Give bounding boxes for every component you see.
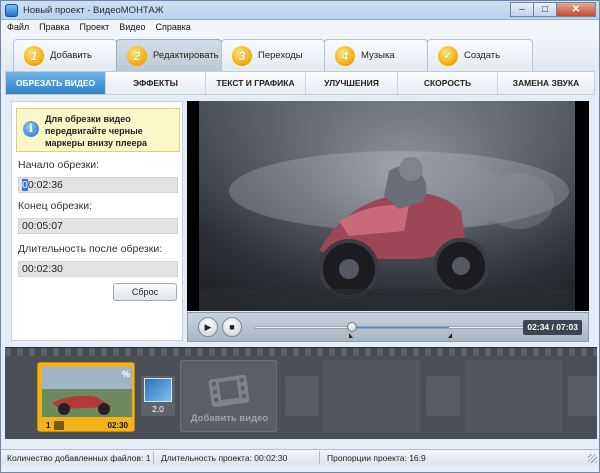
clip-info-bar: 1 02:30: [42, 419, 132, 431]
window-title: Новый проект - ВидеоМОНТАЖ: [23, 5, 164, 16]
step-4-icon: 4: [335, 45, 355, 66]
trim-end-label: Конец обрезки:: [18, 200, 93, 212]
info-text: Для обрезки видео передвигайте черные ма…: [45, 114, 148, 148]
trim-start-field[interactable]: 00:02:36: [18, 177, 178, 193]
clip-thumbnail: %: [42, 367, 132, 417]
empty-clip-slot: [465, 360, 562, 432]
trim-range-fill: [352, 327, 450, 328]
subtab-replace-audio[interactable]: ЗАМЕНА ЗВУКА: [498, 72, 594, 94]
duration-field: 00:02:30: [18, 261, 178, 277]
empty-transition-slot: [426, 376, 460, 416]
info-icon: i: [23, 121, 39, 137]
tab-label: Редактировать: [153, 50, 219, 61]
minimize-button[interactable]: –: [510, 2, 534, 17]
info-box: i Для обрезки видео передвигайте черные …: [16, 108, 180, 152]
status-divider: [153, 451, 154, 464]
checkmark-icon: ✓: [438, 45, 458, 66]
menu-edit[interactable]: Правка: [39, 20, 69, 35]
app-icon: [5, 4, 18, 17]
clip-effect-icon[interactable]: %: [122, 369, 130, 379]
timeline: % 1 02:30 2.0 Добавить видео: [5, 347, 597, 439]
play-button[interactable]: ▶: [198, 317, 218, 337]
title-bar: Новый проект - ВидеоМОНТАЖ – □ ✕: [1, 1, 599, 20]
video-frame: [199, 101, 575, 311]
add-video-slot[interactable]: Добавить видео: [180, 360, 277, 432]
menu-help[interactable]: Справка: [156, 20, 191, 35]
tab-transitions[interactable]: 3 Переходы: [221, 39, 325, 71]
tab-music[interactable]: 4 Музыка: [324, 39, 428, 71]
transition-icon: [144, 378, 172, 402]
status-proportions: Пропорции проекта: 16:9: [327, 453, 426, 463]
status-bar: Количество добавленных файлов: 1 Длитель…: [1, 449, 599, 465]
seek-bar[interactable]: [254, 322, 524, 338]
maximize-button[interactable]: □: [533, 2, 557, 17]
close-button[interactable]: ✕: [556, 2, 596, 17]
tab-label: Создать: [464, 50, 501, 61]
clip-thumbnail-image: [42, 367, 132, 417]
menu-bar: Файл Правка Проект Видео Справка: [1, 20, 599, 35]
window-controls: – □ ✕: [510, 2, 596, 18]
tab-edit[interactable]: 2 Редактировать: [116, 39, 222, 71]
transition-item[interactable]: 2.0: [141, 376, 175, 416]
tab-label: Переходы: [258, 50, 303, 61]
subtab-speed[interactable]: СКОРОСТЬ: [398, 72, 498, 94]
trim-panel: i Для обрезки видео передвигайте черные …: [11, 101, 183, 341]
clip-index: 1: [46, 420, 51, 430]
trim-end-marker[interactable]: [448, 333, 453, 338]
app-window: Новый проект - ВидеоМОНТАЖ – □ ✕ Файл Пр…: [0, 0, 600, 473]
trim-start-marker[interactable]: [349, 333, 354, 338]
step-2-icon: 2: [127, 45, 147, 66]
resize-grip[interactable]: [588, 454, 597, 463]
timeline-clip[interactable]: % 1 02:30: [37, 362, 135, 432]
player-controls: ▶ ■ 02:34 / 07:03: [187, 312, 589, 342]
playhead-knob[interactable]: [347, 322, 358, 332]
menu-video[interactable]: Видео: [119, 20, 145, 35]
tab-add[interactable]: 1 Добавить: [13, 39, 117, 71]
empty-transition-slot: [568, 376, 597, 416]
trim-start-label: Начало обрезки:: [18, 159, 99, 171]
step-1-icon: 1: [24, 45, 44, 66]
add-video-label: Добавить видео: [190, 413, 269, 424]
status-divider: [319, 451, 320, 464]
subtab-effects[interactable]: ЭФФЕКТЫ: [106, 72, 206, 94]
menu-file[interactable]: Файл: [7, 20, 29, 35]
timecode: 02:34 / 07:03: [523, 320, 582, 335]
tab-label: Музыка: [361, 50, 395, 61]
step-3-icon: 3: [232, 45, 252, 66]
transition-duration: 2.0: [152, 404, 164, 414]
subtab-trim[interactable]: ОБРЕЗАТЬ ВИДЕО: [6, 72, 106, 94]
video-preview[interactable]: [187, 101, 589, 311]
duration-label: Длительность после обрезки:: [18, 243, 163, 255]
trim-end-field[interactable]: 00:05:07: [18, 218, 178, 234]
timeline-ruler: [5, 348, 597, 356]
clip-duration: 02:30: [107, 420, 128, 430]
menu-project[interactable]: Проект: [80, 20, 110, 35]
trim-start-value: 0:02:36: [27, 179, 63, 191]
main-tabs: 1 Добавить 2 Редактировать 3 Переходы 4 …: [1, 35, 599, 71]
status-files-count: Количество добавленных файлов: 1: [7, 453, 151, 463]
stop-button[interactable]: ■: [222, 317, 242, 337]
status-project-duration: Длительность проекта: 00:02:30: [161, 453, 288, 463]
edit-pencil-icon[interactable]: [53, 420, 64, 430]
subtab-enhancements[interactable]: УЛУЧШЕНИЯ: [306, 72, 398, 94]
edit-subtabs: ОБРЕЗАТЬ ВИДЕО ЭФФЕКТЫ ТЕКСТ И ГРАФИКА У…: [5, 71, 595, 95]
empty-transition-slot: [285, 376, 319, 416]
empty-clip-slot: [323, 360, 420, 432]
motorcycle-image: [199, 151, 575, 311]
tab-create[interactable]: ✓ Создать: [427, 39, 533, 71]
tab-label: Добавить: [50, 50, 92, 61]
reset-button[interactable]: Сброс: [113, 283, 177, 301]
film-icon: [208, 374, 250, 408]
subtab-text-graphics[interactable]: ТЕКСТ И ГРАФИКА: [206, 72, 306, 94]
